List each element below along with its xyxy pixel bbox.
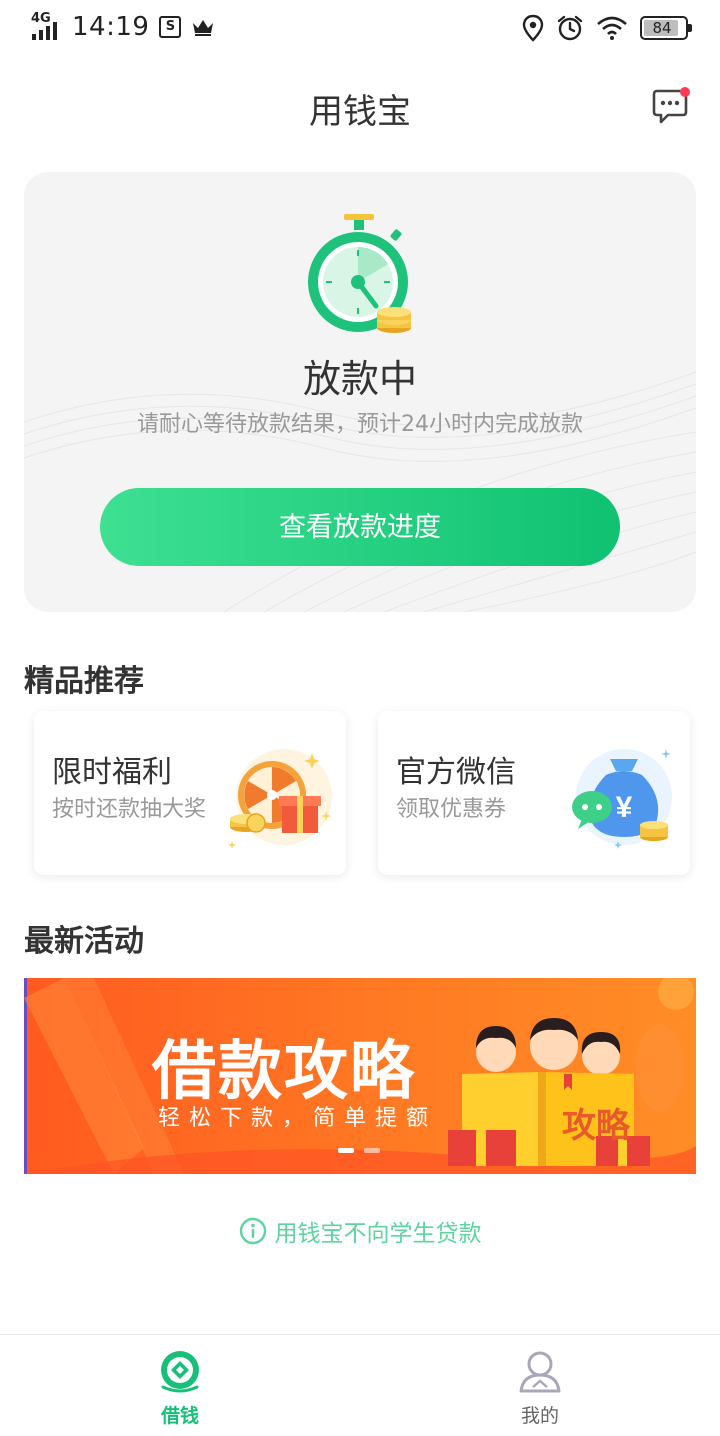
carousel-indicator[interactable] — [338, 1148, 380, 1153]
carousel-dot[interactable] — [364, 1148, 380, 1153]
user-profile-icon — [519, 1351, 561, 1393]
loan-status-description: 请耐心等待放款结果，预计24小时内完成放款 — [137, 412, 583, 437]
recommend-section-title: 精品推荐 — [24, 664, 144, 699]
banner-book-label: 攻略 — [562, 1106, 630, 1146]
status-bar: 4G 14:19 S 84 — [0, 0, 720, 56]
view-progress-button[interactable]: 查看放款进度 — [100, 488, 620, 566]
prize-wheel-icon — [228, 749, 332, 849]
info-icon — [239, 1217, 266, 1245]
official-wechat-card[interactable]: 官方微信 领取优惠券 ¥ — [378, 711, 690, 875]
tab-label: 借钱 — [160, 1405, 199, 1427]
unread-dot — [680, 87, 690, 97]
loan-guide-banner[interactable]: 借款攻略 轻松下款，简单提额 攻略 — [24, 978, 696, 1174]
wifi-icon — [597, 16, 627, 40]
activities-section-title: 最新活动 — [24, 924, 144, 959]
battery-level: 84 — [652, 19, 672, 37]
rec-card-subtitle: 领取优惠券 — [396, 797, 507, 822]
crown-icon — [193, 20, 214, 36]
s-app-icon: S — [159, 16, 182, 38]
page-title: 用钱宝 — [309, 92, 411, 132]
tab-borrow[interactable]: 借钱 — [120, 1349, 240, 1428]
tab-mine[interactable]: 我的 — [480, 1349, 600, 1428]
stopwatch-icon — [308, 214, 411, 333]
borrow-money-icon — [161, 1351, 199, 1393]
bottom-tab-bar: 借钱 我的 — [0, 1334, 720, 1436]
banner-title: 借款攻略 — [152, 1035, 416, 1109]
notice-text: 用钱宝不向学生贷款 — [274, 1221, 482, 1247]
signal-icon: 4G — [30, 11, 62, 42]
student-loan-notice: 用钱宝不向学生贷款 — [0, 1214, 720, 1248]
loan-status-card: 放款中 请耐心等待放款结果，预计24小时内完成放款 查看放款进度 — [24, 172, 696, 612]
status-time: 14:19 — [72, 12, 150, 42]
rec-card-title: 官方微信 — [396, 755, 516, 790]
svg-text:¥: ¥ — [616, 791, 633, 824]
limited-welfare-card[interactable]: 限时福利 按时还款抽大奖 — [34, 711, 346, 875]
location-icon — [522, 14, 544, 42]
alarm-icon — [557, 15, 583, 41]
carousel-dot[interactable] — [338, 1148, 354, 1153]
rec-card-subtitle: 按时还款抽大奖 — [52, 797, 207, 822]
loan-status-title: 放款中 — [302, 357, 417, 401]
tab-label: 我的 — [520, 1405, 559, 1427]
rec-card-title: 限时福利 — [52, 755, 172, 790]
wechat-money-bag-icon: ¥ — [572, 749, 672, 849]
banner-subtitle: 轻松下款，简单提额 — [158, 1106, 438, 1131]
battery-icon: 84 — [640, 16, 692, 40]
message-button[interactable] — [650, 86, 692, 128]
